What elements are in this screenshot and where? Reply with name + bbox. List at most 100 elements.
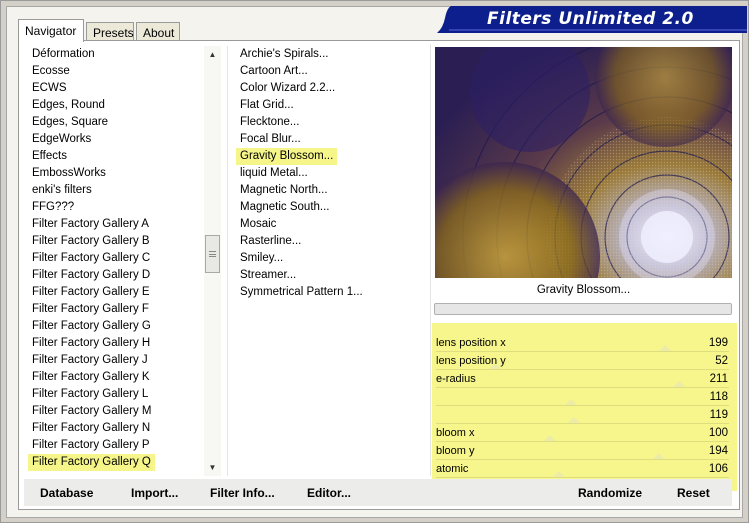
slider-knob-icon[interactable]	[673, 381, 685, 387]
filter-item[interactable]: Rasterline...	[232, 233, 428, 250]
category-item[interactable]: Filter Factory Gallery H	[24, 335, 204, 352]
filter-item[interactable]: Cartoon Art...	[232, 63, 428, 80]
category-item[interactable]: Filter Factory Gallery M	[24, 403, 204, 420]
slider-track[interactable]	[436, 387, 729, 388]
slider-knob-icon[interactable]	[565, 399, 577, 405]
filter-item[interactable]: Focal Blur...	[232, 131, 428, 148]
slider-knob-icon[interactable]	[553, 471, 565, 477]
param-label: e-radius	[436, 373, 476, 385]
filter-item[interactable]: Mosaic	[232, 216, 428, 233]
category-list[interactable]: Déformation Ecosse ECWS Edges, Round Edges, …	[24, 46, 204, 476]
preview-caption: Gravity Blossom...	[536, 284, 631, 296]
randomize-button[interactable]: Randomize	[578, 486, 642, 500]
category-label: Filter Factory Gallery Q	[28, 454, 155, 471]
param-slider[interactable]: 118	[436, 390, 734, 408]
category-item[interactable]: Filter Factory Gallery A	[24, 216, 204, 233]
category-item[interactable]: Filter Factory Gallery Q	[24, 454, 204, 471]
scroll-down-icon[interactable]: ▼	[204, 459, 221, 476]
category-item[interactable]: enki's filters	[24, 182, 204, 199]
import-button[interactable]: Import...	[131, 486, 178, 500]
tab-presets[interactable]: Presets	[86, 22, 134, 41]
filter-label: Archie's Spirals...	[240, 48, 329, 60]
filter-item[interactable]: Color Wizard 2.2...	[232, 80, 428, 97]
slider-track[interactable]	[436, 351, 729, 352]
filter-item[interactable]: Symmetrical Pattern 1...	[232, 284, 428, 301]
param-value: 52	[715, 355, 728, 367]
category-label: Filter Factory Gallery H	[32, 337, 151, 349]
slider-knob-icon[interactable]	[653, 453, 665, 459]
filter-item[interactable]: Archie's Spirals...	[232, 46, 428, 63]
filter-item[interactable]: Magnetic North...	[232, 182, 428, 199]
reset-button[interactable]: Reset	[677, 486, 710, 500]
filter-item[interactable]: Flat Grid...	[232, 97, 428, 114]
category-label: Filter Factory Gallery L	[32, 388, 149, 400]
category-label: Filter Factory Gallery N	[32, 422, 151, 434]
category-item[interactable]: Filter Factory Gallery J	[24, 352, 204, 369]
category-label: Effects	[32, 150, 67, 162]
filter-item[interactable]: Magnetic South...	[232, 199, 428, 216]
param-value: 211	[709, 373, 728, 385]
category-item[interactable]: EdgeWorks	[24, 131, 204, 148]
param-slider[interactable]: atomic 106	[436, 462, 734, 480]
editor-button[interactable]: Editor...	[307, 486, 351, 500]
filter-item[interactable]: liquid Metal...	[232, 165, 428, 182]
slider-track[interactable]	[436, 477, 729, 478]
filter-label: Symmetrical Pattern 1...	[240, 286, 363, 298]
filter-label: Cartoon Art...	[240, 65, 308, 77]
param-slider[interactable]: bloom y 194	[436, 444, 734, 462]
category-item[interactable]: FFG???	[24, 199, 204, 216]
filter-label: Mosaic	[240, 218, 277, 230]
param-value: 119	[709, 409, 728, 421]
scroll-thumb[interactable]	[205, 235, 220, 273]
param-slider[interactable]: e-radius 211	[436, 372, 734, 390]
tab-navigator[interactable]: Navigator	[18, 19, 84, 42]
category-item[interactable]: Filter Factory Gallery G	[24, 318, 204, 335]
category-label: Filter Factory Gallery B	[32, 235, 150, 247]
slider-track[interactable]	[436, 441, 729, 442]
category-item[interactable]: Filter Factory Gallery D	[24, 267, 204, 284]
category-item[interactable]: Filter Factory Gallery K	[24, 369, 204, 386]
preview-divider	[430, 44, 431, 476]
category-item[interactable]: Ecosse	[24, 63, 204, 80]
slider-track[interactable]	[436, 423, 729, 424]
category-item[interactable]: Filter Factory Gallery F	[24, 301, 204, 318]
category-item[interactable]: Effects	[24, 148, 204, 165]
category-item[interactable]: Filter Factory Gallery L	[24, 386, 204, 403]
category-item[interactable]: Filter Factory Gallery B	[24, 233, 204, 250]
category-label: Filter Factory Gallery D	[32, 269, 151, 281]
slider-track[interactable]	[436, 369, 729, 370]
database-button[interactable]: Database	[40, 486, 93, 500]
filter-item[interactable]: Smiley...	[232, 250, 428, 267]
slider-knob-icon[interactable]	[544, 435, 556, 441]
category-item[interactable]: Filter Factory Gallery C	[24, 250, 204, 267]
category-label: Filter Factory Gallery J	[32, 354, 148, 366]
filter-list[interactable]: Archie's Spirals... Cartoon Art... Color W…	[232, 46, 428, 476]
param-value: 194	[708, 445, 728, 457]
filter-info-button[interactable]: Filter Info...	[210, 486, 275, 500]
category-item[interactable]: ECWS	[24, 80, 204, 97]
scroll-up-icon[interactable]: ▲	[204, 46, 221, 63]
param-label: lens position y	[436, 355, 506, 367]
filter-item[interactable]: Flecktone...	[232, 114, 428, 131]
category-item[interactable]: Filter Factory Gallery E	[24, 284, 204, 301]
category-item[interactable]: Déformation	[24, 46, 204, 63]
param-slider[interactable]: lens position y 52	[436, 354, 734, 372]
tab-about[interactable]: About	[136, 22, 180, 41]
slider-knob-icon[interactable]	[659, 345, 671, 351]
category-item[interactable]: Filter Factory Gallery P	[24, 437, 204, 454]
filter-item[interactable]: Streamer...	[232, 267, 428, 284]
param-slider[interactable]: 119	[436, 408, 734, 426]
category-scrollbar[interactable]: ▲ ▼	[204, 46, 221, 476]
slider-knob-icon[interactable]	[568, 417, 580, 423]
filter-item[interactable]: Gravity Blossom...	[232, 148, 428, 165]
category-item[interactable]: EmbossWorks	[24, 165, 204, 182]
category-item[interactable]: Edges, Round	[24, 97, 204, 114]
param-slider[interactable]: lens position x 199	[436, 336, 734, 354]
slider-track[interactable]	[436, 405, 729, 406]
category-label: Filter Factory Gallery K	[32, 371, 150, 383]
category-item[interactable]: Edges, Square	[24, 114, 204, 131]
filter-label: Smiley...	[240, 252, 284, 264]
slider-track[interactable]	[436, 459, 729, 460]
param-slider[interactable]: bloom x 100	[436, 426, 734, 444]
category-item[interactable]: Filter Factory Gallery N	[24, 420, 204, 437]
